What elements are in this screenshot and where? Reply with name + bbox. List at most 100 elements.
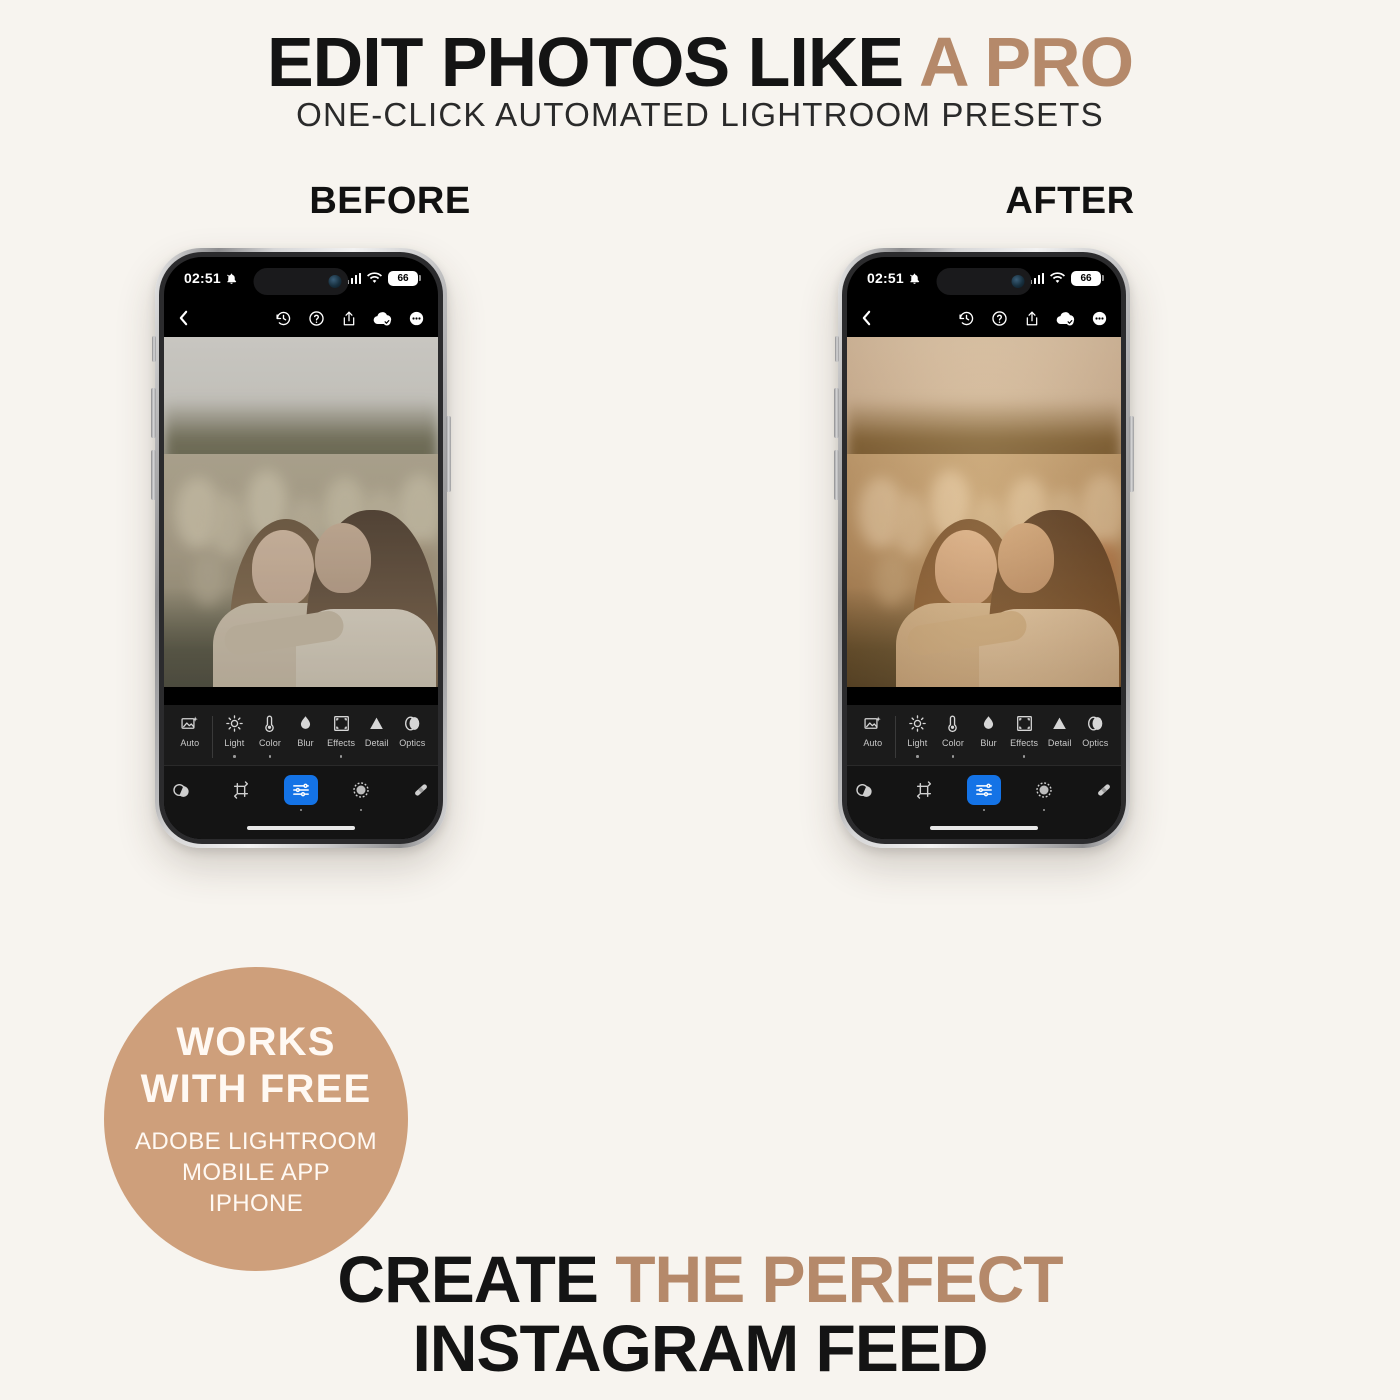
- masking-icon: [1027, 775, 1061, 805]
- status-time: 02:51: [867, 270, 904, 286]
- tool-auto[interactable]: Auto: [172, 714, 208, 748]
- tool-label: Detail: [364, 738, 389, 748]
- share-icon[interactable]: [341, 310, 357, 327]
- tool-optics[interactable]: Optics: [1077, 714, 1113, 748]
- version-history-icon[interactable]: [275, 310, 292, 327]
- healing-brush-icon: [404, 775, 438, 805]
- mode-edit[interactable]: [284, 774, 318, 811]
- help-circle-icon[interactable]: [308, 310, 325, 327]
- tool-modified-dot: [1022, 755, 1026, 758]
- adjust-tool-row: Auto Light Color Blur Effects Detail Opt…: [847, 705, 1121, 766]
- tool-light[interactable]: Light: [900, 714, 936, 758]
- tool-label: Auto: [180, 738, 200, 748]
- volume-down-button[interactable]: [834, 450, 839, 500]
- share-icon[interactable]: [1024, 310, 1040, 327]
- home-indicator: [847, 817, 1121, 839]
- tool-label: Color: [258, 738, 281, 748]
- wifi-icon: [1050, 272, 1065, 284]
- battery-indicator: 66: [388, 270, 421, 286]
- tool-divider: [211, 716, 213, 758]
- back-chevron-icon[interactable]: [860, 310, 873, 326]
- badge-line-1: WORKS: [176, 1019, 336, 1064]
- tool-auto[interactable]: Auto: [855, 714, 891, 748]
- wifi-icon: [367, 272, 382, 284]
- power-button[interactable]: [1129, 416, 1134, 492]
- mode-row: [847, 765, 1121, 817]
- mode-active-dot: [299, 808, 303, 811]
- tool-modified-dot: [339, 755, 343, 758]
- page-subtitle: ONE-CLICK AUTOMATED LIGHTROOM PRESETS: [296, 96, 1104, 133]
- front-camera-icon: [1011, 275, 1025, 288]
- tool-optics[interactable]: Optics: [394, 714, 430, 748]
- battery-level: 66: [1080, 272, 1092, 284]
- mode-crop[interactable]: [907, 775, 941, 805]
- bell-slash-icon: [908, 272, 921, 285]
- presets-icon: [847, 775, 881, 805]
- phone-mockup-before: 02:51 66 Auto Light Color Blur Effects D…: [151, 248, 451, 848]
- mode-crop[interactable]: [224, 775, 258, 805]
- edit-panel-before: Auto Light Color Blur Effects Detail Opt…: [164, 687, 438, 839]
- volume-up-button[interactable]: [834, 388, 839, 438]
- volume-up-button[interactable]: [151, 388, 156, 438]
- page-title: EDIT PHOTOS LIKE A PRO: [0, 22, 1400, 102]
- badge-detail-1: ADOBE LIGHTROOM: [134, 1128, 378, 1156]
- cloud-synced-icon[interactable]: [373, 311, 392, 326]
- volume-down-button[interactable]: [151, 450, 156, 500]
- mode-row: [164, 765, 438, 817]
- cellular-signal-icon: [346, 272, 361, 284]
- page-title-main: EDIT PHOTOS LIKE: [266, 23, 919, 101]
- more-options-icon[interactable]: [1091, 310, 1108, 327]
- page-title-accent: A PRO: [918, 23, 1134, 101]
- tool-blur[interactable]: Blur: [971, 714, 1007, 748]
- tool-modified-dot: [951, 755, 955, 758]
- mode-masking[interactable]: [344, 775, 378, 811]
- tool-label: Auto: [863, 738, 883, 748]
- tool-blur[interactable]: Blur: [288, 714, 324, 748]
- tool-label: Optics: [399, 738, 426, 748]
- front-camera-icon: [328, 275, 342, 288]
- masking-icon: [344, 775, 378, 805]
- photo-before: [164, 337, 438, 727]
- label-before: BEFORE: [309, 180, 471, 222]
- power-button[interactable]: [446, 416, 451, 492]
- mode-edit[interactable]: [967, 774, 1001, 811]
- tool-color[interactable]: Color: [935, 714, 971, 758]
- help-circle-icon[interactable]: [991, 310, 1008, 327]
- footer-title-line1-accent: THE PERFECT: [615, 1242, 1063, 1316]
- mode-presets[interactable]: [164, 775, 198, 805]
- tool-light[interactable]: Light: [217, 714, 253, 758]
- mode-healing[interactable]: [1087, 775, 1121, 805]
- tool-effects[interactable]: Effects: [1006, 714, 1042, 758]
- more-options-icon[interactable]: [408, 310, 425, 327]
- mute-switch[interactable]: [152, 336, 156, 362]
- app-top-toolbar: [164, 299, 438, 337]
- mode-healing[interactable]: [404, 775, 438, 805]
- phone-screen-before: 02:51 66 Auto Light Color Blur Effects D…: [164, 257, 438, 839]
- footer-title-line2: INSTAGRAM FEED: [412, 1310, 988, 1385]
- app-top-toolbar: [847, 299, 1121, 337]
- edit-sliders-icon: [967, 774, 1001, 805]
- home-indicator: [164, 817, 438, 839]
- mode-masking[interactable]: [1027, 775, 1061, 811]
- cloud-synced-icon[interactable]: [1056, 311, 1075, 326]
- status-time: 02:51: [184, 270, 221, 286]
- edit-panel-after: Auto Light Color Blur Effects Detail Opt…: [847, 687, 1121, 839]
- mute-switch[interactable]: [835, 336, 839, 362]
- tool-effects[interactable]: Effects: [323, 714, 359, 758]
- mode-presets[interactable]: [847, 775, 881, 805]
- tool-label: Light: [907, 738, 928, 748]
- phone-mockup-after: 02:51 66 Auto Light Color Blur Effects D…: [834, 248, 1134, 848]
- tool-label: Light: [224, 738, 245, 748]
- tool-color[interactable]: Color: [252, 714, 288, 758]
- badge-detail-2: MOBILE APP: [181, 1158, 331, 1186]
- tool-detail[interactable]: Detail: [1042, 714, 1078, 748]
- cellular-signal-icon: [1029, 272, 1044, 284]
- version-history-icon[interactable]: [958, 310, 975, 327]
- tool-label: Effects: [1010, 738, 1039, 748]
- works-with-free-badge: WORKS WITH FREE ADOBE LIGHTROOM MOBILE A…: [97, 960, 415, 1278]
- bell-slash-icon: [225, 272, 238, 285]
- mode-active-dot: [982, 808, 986, 811]
- tool-label: Color: [941, 738, 964, 748]
- back-chevron-icon[interactable]: [177, 310, 190, 326]
- tool-detail[interactable]: Detail: [359, 714, 395, 748]
